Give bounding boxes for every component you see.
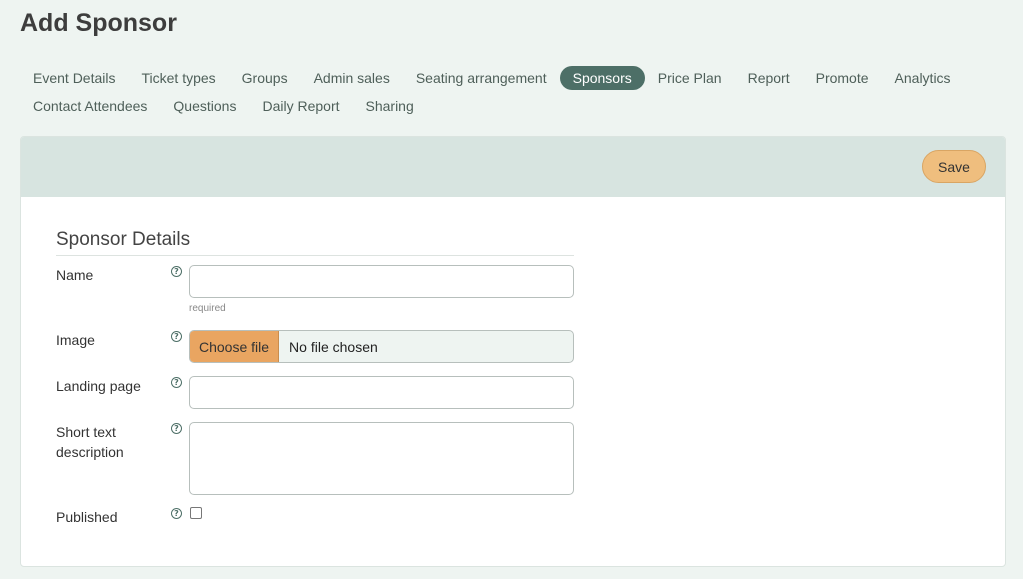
tab-event-details[interactable]: Event Details [20,66,128,90]
tab-report[interactable]: Report [735,66,803,90]
landing-page-label: Landing page [56,378,141,394]
file-status: No file chosen [289,338,378,355]
short-text-textarea[interactable] [189,422,574,495]
page-title: Add Sponsor [20,9,177,37]
tab-ticket-types[interactable]: Ticket types [128,66,228,90]
tab-questions[interactable]: Questions [160,94,249,118]
tab-groups[interactable]: Groups [229,66,301,90]
image-label: Image [56,332,95,348]
tab-row-2: Contact Attendees Questions Daily Report… [20,94,990,118]
tab-admin-sales[interactable]: Admin sales [301,66,403,90]
tab-row-1: Event Details Ticket types Groups Admin … [20,66,990,90]
section-title: Sponsor Details [56,229,574,256]
tab-daily-report[interactable]: Daily Report [249,94,352,118]
published-help-icon[interactable]: ? [171,508,182,519]
name-required-hint: required [189,303,226,314]
landing-page-help-icon[interactable]: ? [171,377,182,388]
published-checkbox[interactable] [190,507,202,519]
name-input[interactable] [189,265,574,298]
save-button[interactable]: Save [922,150,986,183]
choose-file-button[interactable]: Choose file [190,331,280,362]
image-file-input[interactable]: Choose file No file chosen [189,330,574,363]
short-text-help-icon[interactable]: ? [171,423,182,434]
name-help-icon[interactable]: ? [171,266,182,277]
form-toolbar: Save [21,137,1005,197]
published-label: Published [56,509,118,525]
tab-sponsors[interactable]: Sponsors [559,66,645,90]
tab-contact-attendees[interactable]: Contact Attendees [20,94,160,118]
event-tabs: Event Details Ticket types Groups Admin … [20,66,990,122]
image-help-icon[interactable]: ? [171,331,182,342]
tab-price-plan[interactable]: Price Plan [645,66,735,90]
tab-sharing[interactable]: Sharing [353,94,427,118]
tab-seating-arrangement[interactable]: Seating arrangement [403,66,560,90]
name-label: Name [56,267,94,283]
landing-page-input[interactable] [189,376,574,409]
sponsor-form-card: Save Sponsor Details Name ? required Ima… [20,136,1006,567]
tab-promote[interactable]: Promote [803,66,882,90]
short-text-label: Short text description [56,424,124,460]
tab-analytics[interactable]: Analytics [882,66,964,90]
